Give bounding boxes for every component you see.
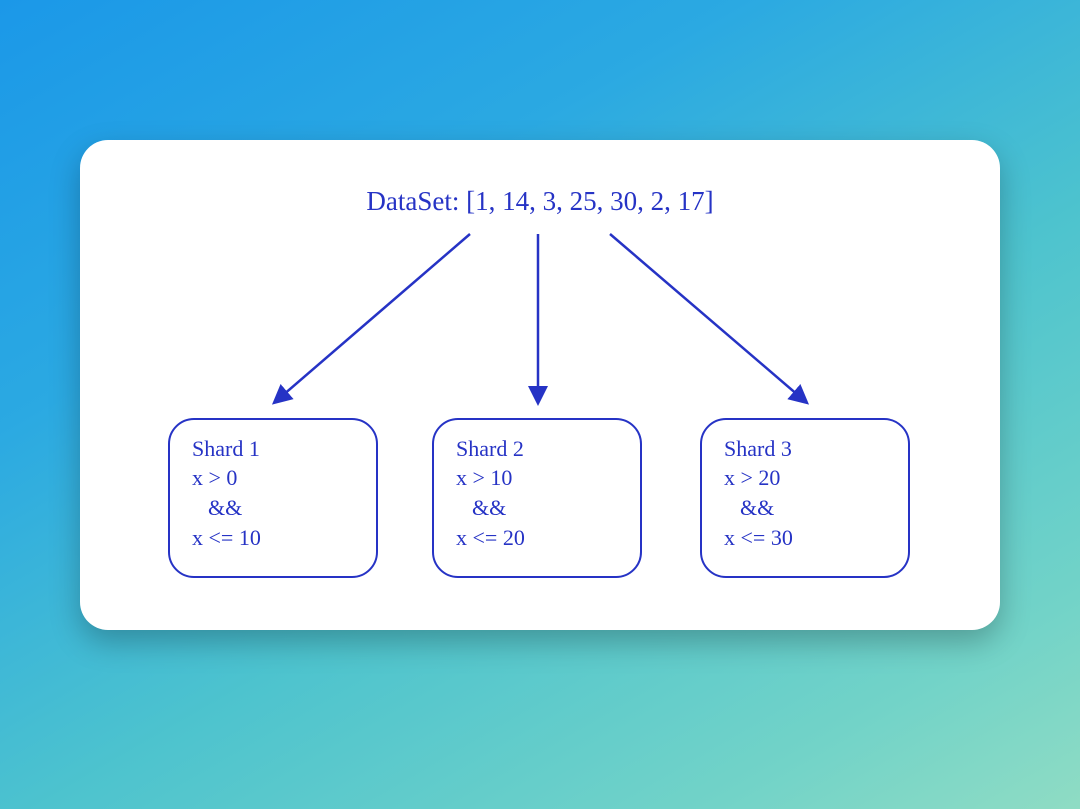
- shard-3-cond1: x > 20: [724, 463, 890, 493]
- shard-1-title: Shard 1: [192, 434, 358, 464]
- shard-2-title: Shard 2: [456, 434, 622, 464]
- arrow-to-shard-1: [275, 234, 470, 402]
- shard-2-op: &&: [456, 493, 622, 523]
- shard-3-box: Shard 3 x > 20 && x <= 30: [700, 418, 910, 578]
- dataset-label: DataSet: [1, 14, 3, 25, 30, 2, 17]: [80, 186, 1000, 217]
- shard-2-cond1: x > 10: [456, 463, 622, 493]
- shard-1-box: Shard 1 x > 0 && x <= 10: [168, 418, 378, 578]
- shard-3-op: &&: [724, 493, 890, 523]
- diagram-card: DataSet: [1, 14, 3, 25, 30, 2, 17] Shard…: [80, 140, 1000, 630]
- shard-2-cond2: x <= 20: [456, 523, 622, 553]
- shard-1-op: &&: [192, 493, 358, 523]
- shard-1-cond1: x > 0: [192, 463, 358, 493]
- shard-1-cond2: x <= 10: [192, 523, 358, 553]
- shard-3-title: Shard 3: [724, 434, 890, 464]
- shard-2-box: Shard 2 x > 10 && x <= 20: [432, 418, 642, 578]
- shard-3-cond2: x <= 30: [724, 523, 890, 553]
- arrow-to-shard-3: [610, 234, 806, 402]
